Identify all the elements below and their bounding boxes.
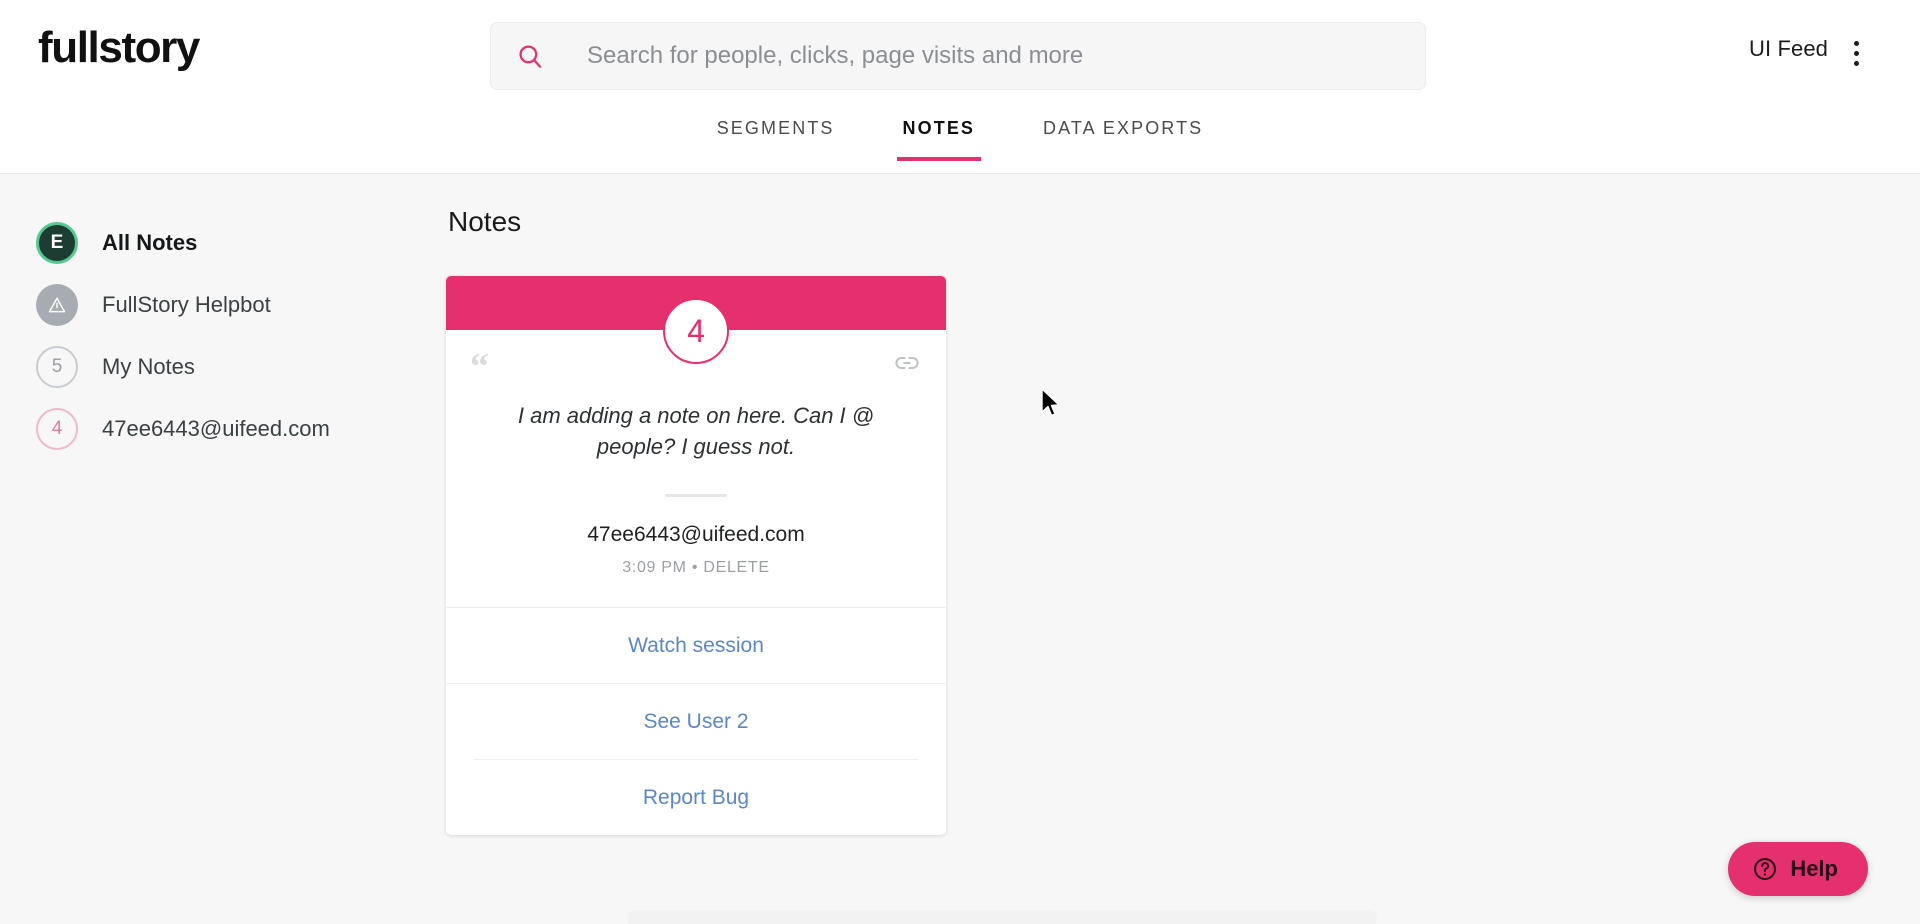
sidebar-item-user-email[interactable]: 4 47ee6443@uifeed.com (0, 398, 446, 460)
note-card: 4 “ I am adding a note on here. Can I @ … (446, 276, 946, 836)
question-circle-icon (1754, 858, 1777, 880)
tab-data-exports[interactable]: DATA EXPORTS (1009, 112, 1237, 161)
sidebar-item-label: 47ee6443@uifeed.com (102, 416, 330, 441)
sidebar-item-fullstory-helpbot[interactable]: FullStory Helpbot (0, 274, 446, 336)
count-badge-user-email: 4 (36, 408, 78, 450)
more-vertical-icon[interactable] (1844, 36, 1868, 70)
top-header-bar: fullstory UI Feed (0, 0, 1920, 112)
tab-notes[interactable]: NOTES (869, 112, 1010, 161)
notes-sidebar: E All Notes FullStory Helpbot 5 My Notes… (0, 174, 446, 924)
tab-segments[interactable]: SEGMENTS (683, 112, 869, 161)
watch-session-link[interactable]: Watch session (446, 607, 946, 683)
search-input[interactable] (587, 42, 1425, 70)
sidebar-item-all-notes[interactable]: E All Notes (0, 212, 446, 274)
note-meta-separator: • (691, 559, 699, 577)
link-icon[interactable] (894, 354, 920, 372)
account-name[interactable]: UI Feed (1749, 36, 1828, 62)
see-user-link[interactable]: See User 2 (446, 683, 946, 759)
count-badge-my-notes: 5 (36, 346, 78, 388)
note-divider (665, 494, 727, 498)
sidebar-item-my-notes[interactable]: 5 My Notes (0, 336, 446, 398)
sidebar-item-label: FullStory Helpbot (102, 292, 271, 317)
note-meta: 3:09 PM • DELETE (474, 559, 918, 577)
page-content: E All Notes FullStory Helpbot 5 My Notes… (0, 174, 1920, 924)
fullstory-logo[interactable]: fullstory (38, 26, 200, 70)
search-icon (519, 45, 542, 68)
avatar-helpbot (36, 284, 78, 326)
delete-note-link[interactable]: DELETE (703, 559, 769, 576)
note-author: 47ee6443@uifeed.com (587, 523, 805, 547)
page-title: Notes (448, 206, 522, 237)
notes-main-panel: Notes 4 “ I am adding a note on here. Ca… (446, 174, 1920, 924)
bottom-panel-edge (628, 912, 1376, 924)
avatar-all-notes: E (36, 222, 78, 264)
note-timestamp: 3:09 PM (622, 559, 687, 577)
sidebar-item-label: All Notes (102, 230, 198, 255)
help-button[interactable]: Help (1728, 842, 1868, 896)
note-text: I am adding a note on here. Can I @ peop… (517, 403, 875, 460)
global-search-box[interactable] (490, 22, 1426, 90)
help-button-label: Help (1790, 856, 1838, 881)
report-bug-link[interactable]: Report Bug (474, 759, 918, 835)
primary-nav-tabs: SEGMENTS NOTES DATA EXPORTS (0, 112, 1920, 174)
quote-icon: “ (470, 346, 489, 388)
sidebar-item-label: My Notes (102, 354, 195, 379)
note-card-body: “ I am adding a note on here. Can I @ pe… (446, 330, 946, 607)
warning-triangle-icon (48, 297, 66, 313)
